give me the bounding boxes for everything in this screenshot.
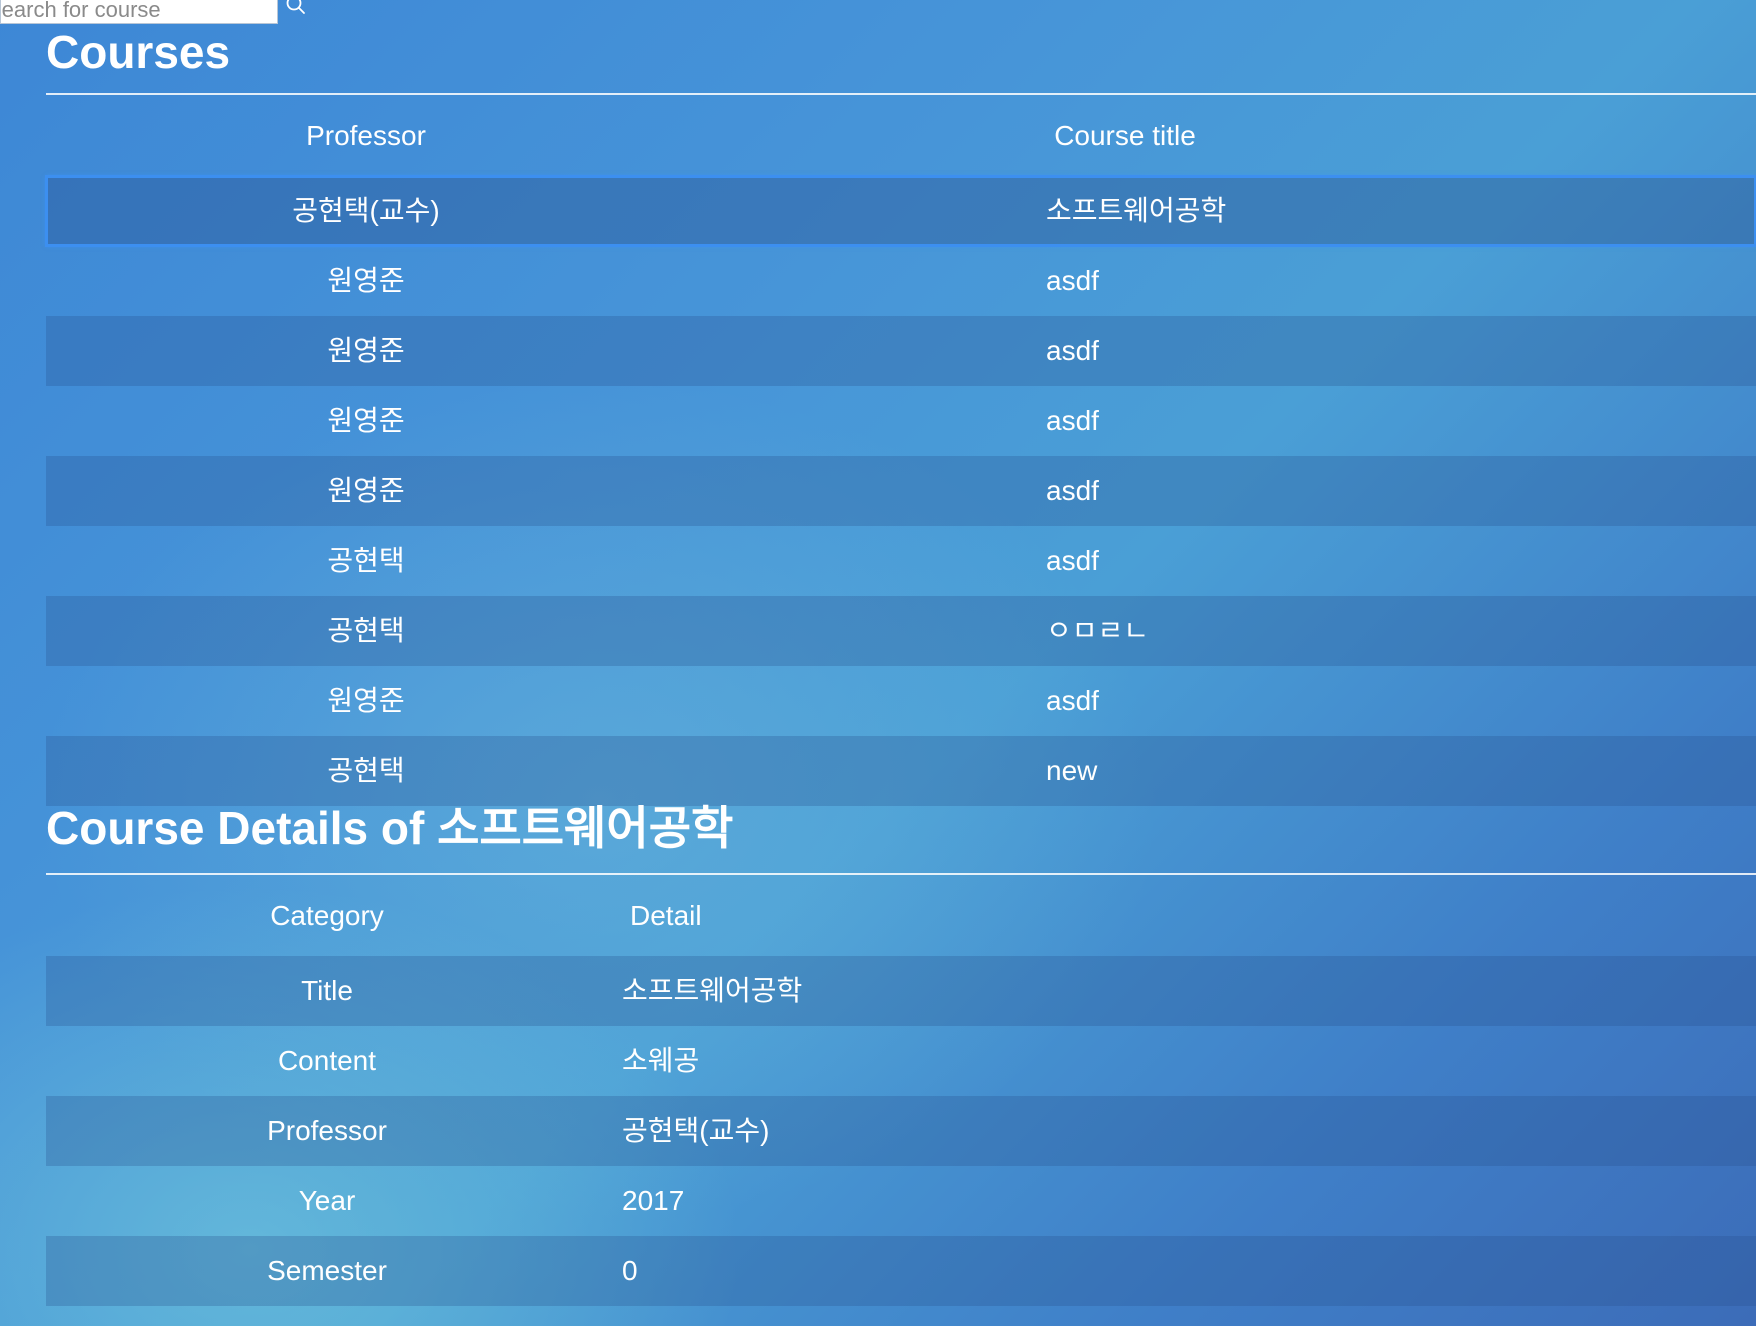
course-details-title: Course Details of 소프트웨어공학 <box>46 802 734 854</box>
course-professor: 공현택(교수) <box>292 195 440 226</box>
course-row[interactable]: 공현택 ㅇㅁㄹㄴ <box>46 596 1756 666</box>
detail-value: 공현택(교수) <box>622 1115 770 1146</box>
search-icon[interactable] <box>285 0 307 16</box>
course-row[interactable]: 원영준 asdf <box>46 666 1756 736</box>
detail-row: Content 소웨공 <box>46 1026 1756 1096</box>
search-bar <box>0 0 278 24</box>
courses-table-body: 공현택(교수) 소프트웨어공학원영준 asdf 원영준 asdf 원영준 asdf 원영준 as… <box>45 175 1756 806</box>
course-title: 소프트웨어공학 <box>1046 195 1227 226</box>
detail-category: Semester <box>267 1255 387 1286</box>
column-header-category: Category <box>270 900 384 931</box>
details-table-body: Title 소프트웨어공학 Content 소웨공 Professor 공현택(교수) Ye… <box>46 956 1756 1306</box>
course-row[interactable]: 공현택(교수) 소프트웨어공학 <box>45 175 1756 247</box>
course-row[interactable]: 원영준 asdf <box>46 316 1756 386</box>
courses-divider <box>46 93 1756 95</box>
course-row[interactable]: 공현택 new <box>46 736 1756 806</box>
course-row[interactable]: 공현택 asdf <box>46 526 1756 596</box>
course-row[interactable]: 원영준 asdf <box>46 246 1756 316</box>
course-title: new <box>1046 755 1098 786</box>
details-table: Category Detail Title 소프트웨어공학 Content 소웨공 Pr… <box>46 876 1756 1306</box>
course-title: asdf <box>1046 265 1099 296</box>
detail-category: Year <box>298 1185 356 1216</box>
column-header-course-title: Course title <box>1054 120 1196 151</box>
course-professor: 원영준 <box>327 405 405 436</box>
courses-table: Professor Course title 공현택(교수) 소프트웨어공학원영준… <box>45 96 1756 806</box>
detail-value: 소웨공 <box>622 1045 700 1076</box>
details-table-header: Category Detail <box>46 876 1756 956</box>
course-title: ㅇㅁㄹㄴ <box>1046 615 1150 646</box>
course-row[interactable]: 원영준 asdf <box>46 456 1756 526</box>
detail-row: Professor 공현택(교수) <box>46 1096 1756 1166</box>
course-professor: 원영준 <box>327 335 405 366</box>
course-professor: 원영준 <box>327 265 405 296</box>
search-input[interactable] <box>1 0 277 23</box>
column-header-detail: Detail <box>630 900 702 931</box>
course-professor: 원영준 <box>327 475 405 506</box>
detail-value: 0 <box>622 1255 638 1286</box>
course-title: asdf <box>1046 335 1099 366</box>
course-professor: 원영준 <box>327 685 405 716</box>
detail-category: Title <box>301 975 353 1006</box>
column-header-professor: Professor <box>306 120 426 151</box>
details-divider <box>46 873 1756 875</box>
course-title: asdf <box>1046 545 1099 576</box>
course-professor: 공현택 <box>327 615 405 646</box>
course-professor: 공현택 <box>327 545 405 576</box>
detail-category: Professor <box>267 1115 387 1146</box>
detail-category: Content <box>277 1045 377 1076</box>
detail-row: Semester 0 <box>46 1236 1756 1306</box>
course-title: asdf <box>1046 405 1099 436</box>
detail-value: 소프트웨어공학 <box>622 975 803 1006</box>
courses-table-header: Professor Course title <box>46 96 1756 176</box>
course-row[interactable]: 원영준 asdf <box>46 386 1756 456</box>
course-title: asdf <box>1046 475 1099 506</box>
course-title: asdf <box>1046 685 1099 716</box>
detail-value: 2017 <box>622 1185 685 1216</box>
detail-row: Year 2017 <box>46 1166 1756 1236</box>
course-professor: 공현택 <box>327 755 405 786</box>
detail-row: Title 소프트웨어공학 <box>46 956 1756 1026</box>
courses-title: Courses <box>46 26 231 78</box>
